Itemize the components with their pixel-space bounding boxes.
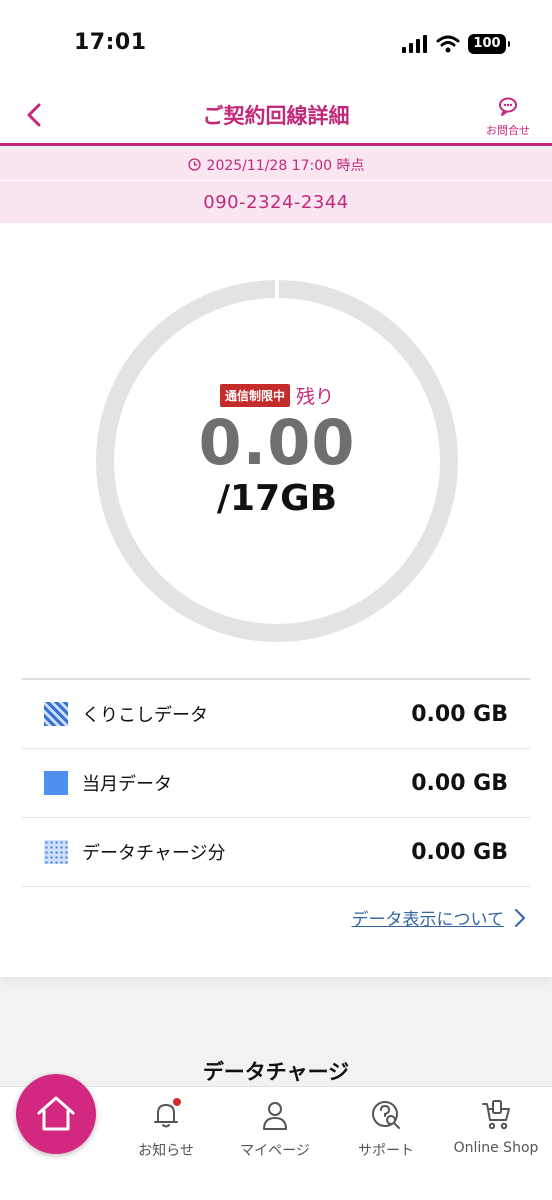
nav-label: マイページ [240,1143,310,1159]
current-month-swatch-icon [44,771,68,795]
status-time: 17:01 [74,30,147,55]
remaining-value: 0.00 [198,406,356,479]
home-button[interactable] [16,1074,96,1154]
nav-item-mypage[interactable]: マイページ [220,1098,330,1160]
row-value: 0.00 GB [411,839,508,865]
status-icons: 100 [402,34,510,54]
gauge-center: 通信制限中 残り 0.00 /17GB [94,278,460,644]
data-row-current-month: 当月データ 0.00 GB [22,749,530,818]
notification-dot [173,1098,181,1106]
nav-label: Online Shop [453,1140,539,1156]
phone-number: 090-2324-2344 [203,191,349,213]
link-text: データ表示について [351,910,505,930]
contact-label: お問合せ [486,124,530,137]
contact-button[interactable]: お問合せ [480,96,536,138]
nav-item-notifications[interactable]: お知らせ [111,1098,221,1160]
row-value: 0.00 GB [411,770,508,796]
signal-icon [402,35,427,53]
carryover-swatch-icon [44,702,68,726]
charge-swatch-icon [44,840,68,864]
bell-icon [149,1098,183,1132]
clock-icon [187,158,201,171]
data-row-charge: データチャージ分 0.00 GB [22,818,530,887]
home-icon [37,1096,75,1131]
wifi-icon [436,35,460,53]
nav-label: お知らせ [138,1143,194,1159]
page-title: ご契約回線詳細 [202,104,350,128]
timestamp-text: 2025/11/28 17:00 時点 [206,157,365,174]
nav-label: サポート [358,1143,414,1159]
status-bar: 17:01 100 [0,0,552,90]
speed-limit-badge: 通信制限中 [219,384,290,407]
person-icon [258,1098,292,1132]
chevron-right-icon [515,908,525,927]
data-display-info-link[interactable]: データ表示について [352,905,527,930]
gauge-label-row: 通信制限中 残り [94,382,460,409]
timestamp-row: 2025/11/28 17:00 時点 [0,149,552,181]
nav-item-support[interactable]: サポート [331,1098,441,1160]
capacity-value: /17GB [216,478,338,519]
row-label: データチャージ分 [82,843,226,864]
usage-card: 通信制限中 残り 0.00 /17GB くりこしデータ 0.00 GB 当月デー… [0,223,552,977]
row-value: 0.00 GB [411,701,508,727]
chat-bubbles-icon [499,97,517,116]
remaining-label: 残り [296,386,335,408]
data-row-carryover: くりこしデータ 0.00 GB [22,680,530,749]
line-info-band: 2025/11/28 17:00 時点 090-2324-2344 [0,149,552,223]
battery-icon: 100 [468,34,510,54]
section-title-data-charge: データチャージ [202,1060,350,1084]
support-search-icon [369,1098,403,1132]
row-label: 当月データ [82,774,172,795]
nav-item-online-shop[interactable]: Online Shop [441,1098,551,1156]
app-header: ご契約回線詳細 お問合せ [0,90,552,146]
row-label: くりこしデータ [82,705,208,726]
cart-icon [479,1098,513,1132]
